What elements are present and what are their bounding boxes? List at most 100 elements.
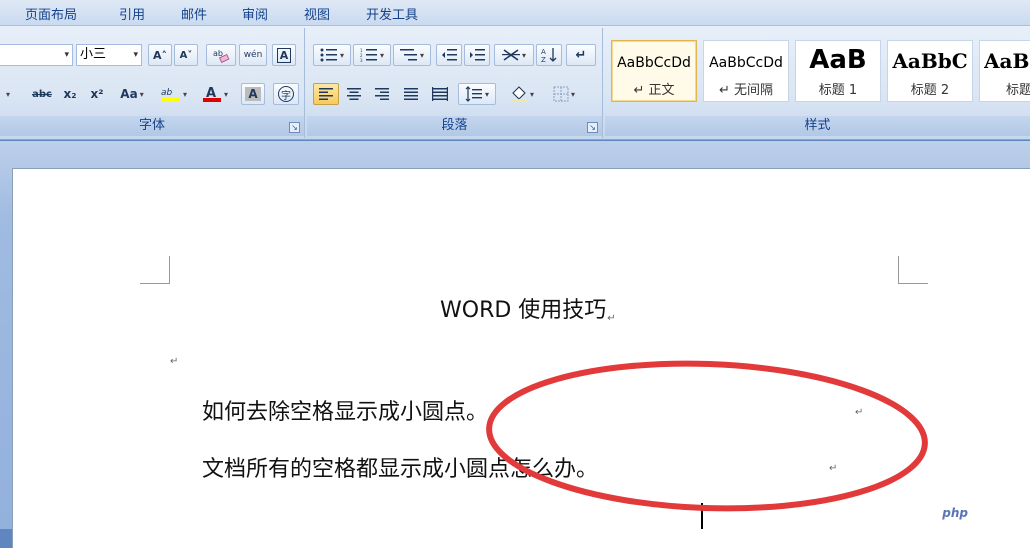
style-sample: AaBbCcDd <box>617 55 691 71</box>
paragraph-dialog-launcher-icon[interactable]: ↘ <box>587 122 598 133</box>
shrink-font-button[interactable]: A˅ <box>174 44 198 66</box>
style-name: 标题 <box>1006 83 1030 98</box>
chevron-down-icon: ▾ <box>419 50 424 60</box>
multilevel-list-button[interactable]: ▾ <box>393 44 431 66</box>
align-center-icon <box>347 88 361 100</box>
enclose-characters-icon: 字 <box>278 86 294 102</box>
align-center-button[interactable] <box>341 83 367 105</box>
highlight-swatch <box>160 98 179 102</box>
margin-corner-top-left <box>140 256 170 284</box>
tab-view[interactable]: 视图 <box>304 4 330 23</box>
styles-group: AaBbCcDd ↵ 正文 AaBbCcDd ↵ 无间隔 AaB 标题 1 Aa… <box>605 28 1030 138</box>
style-no-spacing[interactable]: AaBbCcDd ↵ 无间隔 <box>703 40 789 102</box>
character-border-button[interactable]: A <box>272 44 296 66</box>
style-normal[interactable]: AaBbCcDd ↵ 正文 <box>611 40 697 102</box>
svg-text:ab: ab <box>161 88 173 98</box>
decrease-indent-button[interactable] <box>436 44 462 66</box>
align-right-button[interactable] <box>369 83 395 105</box>
distributed-button[interactable] <box>427 83 453 105</box>
clear-format-icon: ab <box>213 49 230 63</box>
style-sample: AaB <box>809 45 867 75</box>
highlight-color-button[interactable]: ab ▾ <box>154 83 192 105</box>
distributed-icon <box>432 87 448 101</box>
chevron-down-icon: ▾ <box>139 89 144 99</box>
style-heading-2[interactable]: AaBbC 标题 2 <box>887 40 973 102</box>
phonetic-guide-button[interactable]: wén <box>239 44 267 66</box>
clear-format-button[interactable]: ab <box>206 44 236 66</box>
document-line-1[interactable]: 如何去除空格显示成小圆点。 <box>202 394 488 426</box>
tab-page-layout[interactable]: 页面布局 <box>25 4 77 23</box>
style-name: ↵ 无间隔 <box>718 83 774 98</box>
justify-button[interactable] <box>398 83 424 105</box>
chevron-down-icon: ▾ <box>570 89 575 99</box>
decrease-indent-icon <box>442 49 457 61</box>
document-title[interactable]: WORD 使用技巧↵ <box>440 292 616 324</box>
grow-font-icon: A˄ <box>152 48 167 62</box>
bullet-list-icon <box>320 48 337 62</box>
font-size-combo[interactable]: 小三 ▾ <box>76 44 142 66</box>
red-annotation-oval <box>486 360 928 512</box>
strikethrough-button[interactable]: abc <box>28 83 56 105</box>
style-sample: AaB <box>984 49 1030 73</box>
style-heading-1[interactable]: AaB 标题 1 <box>795 40 881 102</box>
highlighter-icon: ab <box>160 88 179 102</box>
font-color-icon: A <box>202 86 221 102</box>
font-group-label: 字体 <box>0 116 304 136</box>
watermark: php 中文网 <box>937 503 1016 523</box>
style-name: ↵ 正文 <box>633 83 675 98</box>
bullets-button[interactable]: ▾ <box>313 44 351 66</box>
shrink-font-icon: A˅ <box>179 49 193 61</box>
align-left-button[interactable] <box>313 83 339 105</box>
php-logo-icon: php <box>937 504 973 522</box>
chevron-down-icon: ▾ <box>484 89 489 99</box>
increase-indent-icon <box>470 49 485 61</box>
svg-text:3: 3 <box>360 58 363 62</box>
grow-font-button[interactable]: A˄ <box>148 44 172 66</box>
tab-developer[interactable]: 开发工具 <box>366 4 418 23</box>
paragraph-mark-icon: ↵ <box>575 47 587 63</box>
font-group: ▾ 小三 ▾ A˄ A˅ ab wén A ▾ abc x₂ x² Aa ▾ a… <box>0 28 305 138</box>
chevron-down-icon: ▾ <box>64 50 69 60</box>
justify-icon <box>404 88 418 100</box>
line-spacing-button[interactable]: ▾ <box>458 83 496 105</box>
chevron-down-icon: ▾ <box>521 50 526 60</box>
watermark-text: 中文网 <box>976 507 1016 523</box>
tab-references[interactable]: 引用 <box>119 4 145 23</box>
superscript-icon: x² <box>90 87 104 101</box>
increase-indent-button[interactable] <box>464 44 490 66</box>
borders-button[interactable]: ▾ <box>545 83 583 105</box>
character-shading-button[interactable]: A <box>241 83 265 105</box>
strikethrough-icon: abc <box>32 88 52 100</box>
chevron-down-icon: ▾ <box>5 89 10 99</box>
shading-button[interactable]: ▾ <box>502 83 542 105</box>
ribbon: ▾ 小三 ▾ A˄ A˅ ab wén A ▾ abc x₂ x² Aa ▾ a… <box>0 26 1030 140</box>
show-hide-marks-button[interactable]: ↵ <box>566 44 596 66</box>
paragraph-group-label: 段落 <box>307 116 602 136</box>
font-color-button[interactable]: A ▾ <box>196 83 234 105</box>
tab-review[interactable]: 审阅 <box>242 4 268 23</box>
change-case-icon: Aa <box>120 87 138 101</box>
chinese-layout-icon <box>501 49 520 61</box>
chinese-layout-button[interactable]: ▾ <box>494 44 534 66</box>
sort-az-icon: AZ <box>541 48 557 63</box>
font-dialog-launcher-icon[interactable]: ↘ <box>289 122 300 133</box>
svg-text:Z: Z <box>541 56 546 63</box>
style-sample: AaBbCcDd <box>709 55 783 71</box>
numbering-button[interactable]: 1 2 3 ▾ <box>353 44 391 66</box>
tab-mailings[interactable]: 邮件 <box>181 4 207 23</box>
style-title[interactable]: AaB 标题 <box>979 40 1030 102</box>
chevron-down-icon: ▾ <box>529 89 534 99</box>
ribbon-tab-bar: 页面布局 引用 邮件 审阅 视图 开发工具 <box>0 0 1030 26</box>
sort-button[interactable]: AZ <box>536 44 562 66</box>
underline-dropdown-button[interactable]: ▾ <box>0 83 18 105</box>
subscript-button[interactable]: x₂ <box>58 83 82 105</box>
margin-corner-top-right <box>898 256 928 284</box>
font-name-combo[interactable]: ▾ <box>0 44 73 66</box>
enclose-characters-button[interactable]: 字 <box>273 83 299 105</box>
align-left-icon <box>319 88 333 100</box>
superscript-button[interactable]: x² <box>85 83 109 105</box>
style-sample: AaBbC <box>892 49 968 73</box>
multilevel-list-icon <box>399 49 417 61</box>
change-case-button[interactable]: Aa ▾ <box>114 83 150 105</box>
paragraph-mark-icon: ↵ <box>607 313 616 324</box>
